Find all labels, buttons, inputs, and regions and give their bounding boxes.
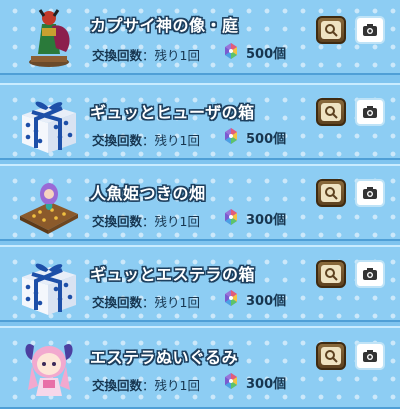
camera-button[interactable] — [355, 98, 385, 126]
mermaid-field-icon — [20, 183, 78, 234]
price-value: 500個 — [246, 132, 287, 147]
zoom-button[interactable] — [316, 179, 346, 207]
zoom-button[interactable] — [316, 16, 346, 44]
zoom-button[interactable] — [316, 342, 346, 370]
magnifier-icon — [321, 184, 341, 202]
magnifier-icon — [321, 265, 341, 283]
item-name: ギュッとヒューザの箱 — [90, 103, 255, 122]
camera-icon — [363, 187, 377, 199]
camera-icon — [363, 268, 377, 280]
exchange-list: カプサイ神の像・庭 交換回数：残り1回 500個 ギュッとヒューザの箱 交換回数… — [0, 0, 400, 409]
magnifier-icon — [321, 21, 341, 39]
statue-icon — [29, 9, 70, 67]
list-item[interactable]: ギュッとヒューザの箱 交換回数：残り1回 500個 — [0, 83, 400, 160]
camera-button[interactable] — [355, 342, 385, 370]
item-name: ギュッとエステラの箱 — [90, 265, 256, 284]
exchange-count: 交換回数：残り1回 — [92, 48, 200, 63]
zoom-button[interactable] — [316, 98, 346, 126]
exchange-count: 交換回数：残り1回 — [92, 295, 200, 310]
magnifier-icon — [321, 103, 341, 121]
camera-button[interactable] — [355, 179, 385, 207]
gift-box-icon — [22, 263, 76, 315]
camera-icon — [363, 106, 377, 118]
gift-box-icon — [22, 101, 76, 153]
list-item[interactable]: ギュッとエステラの箱 交換回数：残り1回 300個 — [0, 245, 400, 322]
rainbow-gem-icon — [225, 290, 237, 306]
magnifier-icon — [321, 347, 341, 365]
camera-icon — [363, 350, 377, 362]
price-value: 500個 — [246, 47, 287, 62]
camera-button[interactable] — [355, 16, 385, 44]
exchange-count: 交換回数：残り1回 — [92, 133, 200, 148]
price-value: 300個 — [246, 294, 287, 309]
zoom-button[interactable] — [316, 260, 346, 288]
plush-doll-icon — [25, 343, 73, 396]
rainbow-gem-icon — [225, 373, 237, 389]
item-name: カプサイ神の像・庭 — [90, 16, 239, 35]
price-value: 300個 — [246, 213, 287, 228]
item-name: 人魚姫つきの畑 — [90, 184, 206, 203]
rainbow-gem-icon — [225, 209, 237, 225]
item-name: エステラぬいぐるみ — [90, 348, 239, 367]
camera-button[interactable] — [355, 260, 385, 288]
price-value: 300個 — [246, 377, 287, 392]
list-item[interactable]: エステラぬいぐるみ 交換回数：残り1回 300個 — [0, 326, 400, 409]
list-item[interactable]: 人魚姫つきの畑 交換回数：残り1回 300個 — [0, 164, 400, 241]
camera-icon — [363, 24, 377, 36]
rainbow-gem-icon — [225, 128, 237, 144]
exchange-count: 交換回数：残り1回 — [92, 214, 200, 229]
list-item[interactable]: カプサイ神の像・庭 交換回数：残り1回 500個 — [0, 0, 400, 75]
exchange-count: 交換回数：残り1回 — [92, 378, 200, 393]
rainbow-gem-icon — [225, 43, 237, 59]
